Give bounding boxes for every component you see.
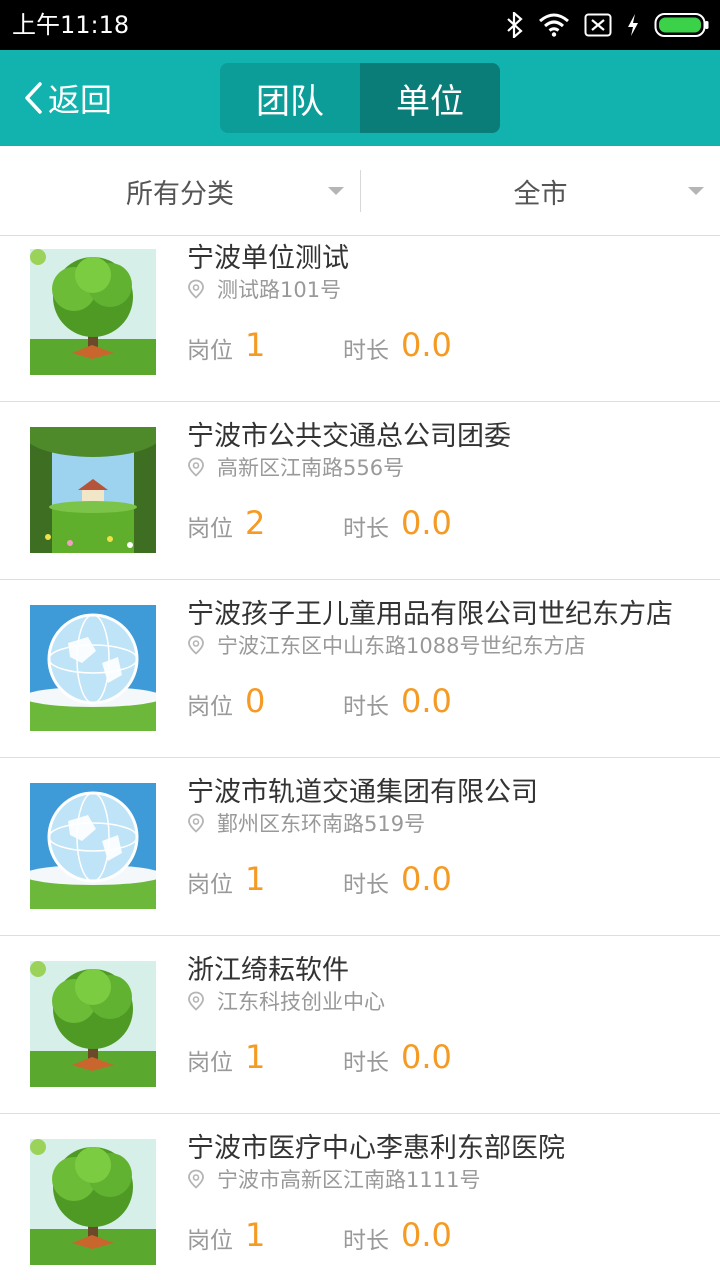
region-filter[interactable]: 全市 <box>361 146 720 236</box>
duration-label: 时长 <box>343 516 389 542</box>
positions-label: 岗位 <box>187 516 233 542</box>
duration-label: 时长 <box>343 872 389 898</box>
unit-name: 浙江绮耘软件 <box>187 955 349 986</box>
positions-label: 岗位 <box>187 872 233 898</box>
thumbnail-meadow-house <box>30 427 156 553</box>
duration-value: 0.0 <box>401 682 452 720</box>
back-button[interactable]: 返回 <box>22 74 112 122</box>
thumbnail-globe <box>30 783 156 909</box>
unit-name: 宁波单位测试 <box>187 243 349 274</box>
unit-address: 宁波市高新区江南路1111号 <box>187 1164 480 1194</box>
no-sim-icon <box>584 13 612 37</box>
segmented-control: 团队 单位 <box>220 63 500 133</box>
duration-label: 时长 <box>343 338 389 364</box>
status-bar: 上午11:18 <box>0 0 720 50</box>
location-pin-icon <box>188 279 204 299</box>
location-pin-icon <box>188 1169 204 1189</box>
tab-unit[interactable]: 单位 <box>360 63 500 133</box>
location-pin-icon <box>188 813 204 833</box>
unit-name: 宁波孩子王儿童用品有限公司世纪东方店 <box>187 599 673 630</box>
unit-list[interactable]: 宁波单位测试 测试路101号 岗位 1 时长 0.0 宁波市公共交通总公司团委 … <box>0 236 720 1280</box>
location-pin-icon <box>188 635 204 655</box>
list-item[interactable]: 宁波单位测试 测试路101号 岗位 1 时长 0.0 <box>0 236 720 402</box>
unit-address-text: 宁波市高新区江南路1111号 <box>217 1168 481 1192</box>
positions-label: 岗位 <box>187 338 233 364</box>
thumbnail-tree <box>30 961 156 1087</box>
location-pin-icon <box>188 991 204 1011</box>
positions-value: 1 <box>245 860 266 898</box>
positions-value: 0 <box>245 682 266 720</box>
dropdown-arrow-icon <box>328 187 344 195</box>
list-item[interactable]: 宁波市医疗中心李惠利东部医院 宁波市高新区江南路1111号 岗位 1 时长 0.… <box>0 1114 720 1280</box>
duration-value: 0.0 <box>401 504 452 542</box>
thumbnail-tree <box>30 1139 156 1265</box>
list-item[interactable]: 宁波市轨道交通集团有限公司 鄞州区东环南路519号 岗位 1 时长 0.0 <box>0 758 720 936</box>
unit-name: 宁波市医疗中心李惠利东部医院 <box>187 1133 565 1164</box>
tab-team[interactable]: 团队 <box>220 63 360 133</box>
positions-label: 岗位 <box>187 1228 233 1254</box>
battery-icon <box>654 13 709 37</box>
duration-value: 0.0 <box>401 1216 452 1254</box>
duration-value: 0.0 <box>401 860 452 898</box>
unit-name: 宁波市公共交通总公司团委 <box>187 421 511 452</box>
unit-address-text: 鄞州区东环南路519号 <box>217 812 426 836</box>
charging-icon <box>628 14 638 36</box>
list-item[interactable]: 宁波市公共交通总公司团委 高新区江南路556号 岗位 2 时长 0.0 <box>0 402 720 580</box>
positions-value: 2 <box>245 504 266 542</box>
thumbnail-tree <box>30 249 156 375</box>
region-filter-label: 全市 <box>513 178 568 210</box>
category-filter-label: 所有分类 <box>126 178 234 210</box>
bluetooth-icon <box>507 12 523 38</box>
unit-address: 宁波江东区中山东路1088号世纪东方店 <box>187 630 585 660</box>
unit-address: 鄞州区东环南路519号 <box>187 808 425 838</box>
duration-label: 时长 <box>343 1050 389 1076</box>
chevron-left-icon <box>25 82 42 114</box>
navigation-bar: 返回 团队 单位 <box>0 50 720 146</box>
unit-address-text: 测试路101号 <box>217 278 342 302</box>
unit-address: 测试路101号 <box>187 274 341 304</box>
unit-address: 江东科技创业中心 <box>187 986 385 1016</box>
category-filter[interactable]: 所有分类 <box>0 146 360 236</box>
unit-address-text: 宁波江东区中山东路1088号世纪东方店 <box>217 634 586 658</box>
positions-value: 1 <box>245 326 266 364</box>
location-pin-icon <box>188 457 204 477</box>
positions-value: 1 <box>245 1038 266 1076</box>
filter-bar: 所有分类 全市 <box>0 146 720 236</box>
wifi-icon <box>539 13 569 37</box>
duration-value: 0.0 <box>401 326 452 364</box>
status-icons <box>506 10 710 40</box>
duration-label: 时长 <box>343 1228 389 1254</box>
list-item[interactable]: 浙江绮耘软件 江东科技创业中心 岗位 1 时长 0.0 <box>0 936 720 1114</box>
duration-label: 时长 <box>343 694 389 720</box>
unit-address-text: 高新区江南路556号 <box>217 456 405 480</box>
unit-address-text: 江东科技创业中心 <box>217 990 385 1014</box>
list-item[interactable]: 宁波孩子王儿童用品有限公司世纪东方店 宁波江东区中山东路1088号世纪东方店 岗… <box>0 580 720 758</box>
unit-name: 宁波市轨道交通集团有限公司 <box>187 777 538 808</box>
positions-value: 1 <box>245 1216 266 1254</box>
duration-value: 0.0 <box>401 1038 452 1076</box>
positions-label: 岗位 <box>187 1050 233 1076</box>
back-label: 返回 <box>48 81 113 119</box>
thumbnail-globe <box>30 605 156 731</box>
dropdown-arrow-icon <box>688 187 704 195</box>
unit-address: 高新区江南路556号 <box>187 452 404 482</box>
status-time: 上午11:18 <box>12 11 130 39</box>
positions-label: 岗位 <box>187 694 233 720</box>
